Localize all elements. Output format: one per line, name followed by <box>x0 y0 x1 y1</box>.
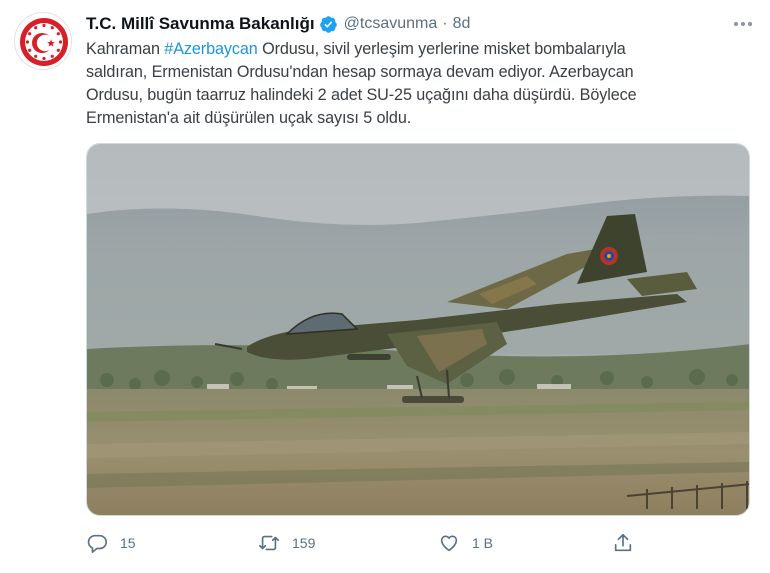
share-icon <box>614 533 632 552</box>
retweet-icon <box>259 535 279 551</box>
like-button[interactable]: 1 B <box>438 532 493 554</box>
account-handle[interactable]: @tcsavunma <box>344 15 438 33</box>
heart-icon <box>440 535 458 552</box>
tweet-header: T.C. Millî Savunma Bakanlığı @tcsavunma … <box>86 12 754 36</box>
tweet-text-line: Ordusu, bugün taarruz halindeki 2 adet S… <box>86 86 637 104</box>
ministry-seal-icon[interactable] <box>14 12 72 70</box>
photo-aircraft-over-field <box>87 144 749 515</box>
retweet-count: 159 <box>292 535 316 551</box>
reply-button[interactable]: 15 <box>86 532 136 554</box>
tweet-text: Kahraman #Azerbaycan Ordusu, sivil yerle… <box>86 38 756 130</box>
retweet-button[interactable]: 159 <box>258 532 315 554</box>
tweet-text-segment: Kahraman <box>86 40 165 58</box>
hashtag-link[interactable]: #Azerbaycan <box>164 40 257 58</box>
verified-badge-icon <box>319 15 337 33</box>
account-name[interactable]: T.C. Millî Savunma Bakanlığı <box>86 14 315 34</box>
tweet-timestamp[interactable]: 8d <box>453 15 471 33</box>
tweet-photo[interactable] <box>86 143 750 516</box>
separator-dot: · <box>442 15 448 32</box>
share-button[interactable] <box>612 532 646 554</box>
reply-count: 15 <box>120 535 136 551</box>
tweet-text-line: Kahraman #Azerbaycan Ordusu, sivil yerle… <box>86 38 756 61</box>
reply-icon <box>87 534 107 553</box>
tweet-text-line: Ermenistan'a ait düşürülen uçak sayısı 5… <box>86 109 412 127</box>
tweet-card: T.C. Millî Savunma Bakanlığı @tcsavunma … <box>0 0 770 573</box>
tweet-text-line: saldıran, Ermenistan Ordusu'ndan hesap s… <box>86 63 634 81</box>
like-count: 1 B <box>472 535 494 551</box>
tweet-text-segment: Ordusu, sivil yerleşim yerlerine misket … <box>257 40 626 58</box>
tweet-actions: 15 159 1 B <box>86 530 706 556</box>
more-options-icon[interactable] <box>732 15 754 33</box>
